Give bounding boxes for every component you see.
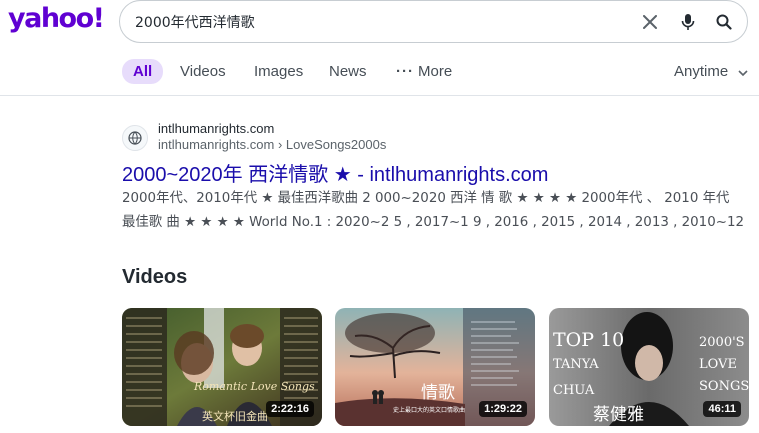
snippet-line-2: 最佳歌 曲 ★ ★ ★ ★ World No.1 : 2020~2 5 , 20… xyxy=(122,215,747,230)
more-dots-icon: ··· xyxy=(396,63,414,80)
tab-news[interactable]: News xyxy=(329,59,367,84)
chevron-down-icon xyxy=(738,60,748,85)
video-3-overlay-top: TOP 10 xyxy=(553,329,624,351)
video-thumbnail-2[interactable]: 情歌 史上最口大的英文口情歌曲 1:29:22 xyxy=(335,308,535,426)
result-url[interactable]: intlhumanrights.com › LoveSongs2000s xyxy=(158,137,386,152)
video-thumbnail-3[interactable]: TOP 10 TANYA CHUA 2000'S LOVE SONGS 蔡健雅 46:… xyxy=(549,308,749,426)
tab-more[interactable]: ··· More xyxy=(396,59,452,84)
result-title-link[interactable]: 2000~2020年 西洋情歌 ★ - intlhumanrights.com xyxy=(122,158,548,187)
globe-icon[interactable] xyxy=(122,125,148,151)
video-1-overlay-text: Romantic Love Songs xyxy=(193,380,315,393)
videos-heading: Videos xyxy=(122,266,188,288)
snippet-line-1: 2000年代、2010年代 ★ 最佳西洋歌曲 2 000~2020 西洋 情 歌… xyxy=(122,191,730,206)
tab-images[interactable]: Images xyxy=(254,59,303,84)
time-filter-label: Anytime xyxy=(674,63,729,80)
video-2-overlay-sub: 史上最口大的英文口情歌曲 xyxy=(393,406,465,414)
time-filter-dropdown[interactable]: Anytime xyxy=(674,59,748,84)
result-site-name[interactable]: intlhumanrights.com xyxy=(158,121,274,136)
video-duration: 2:22:16 xyxy=(266,401,314,417)
search-bar xyxy=(119,0,748,43)
video-duration: 1:29:22 xyxy=(479,401,527,417)
video-1-overlay-cjk: 英文杯旧金曲 xyxy=(202,409,268,423)
search-input[interactable] xyxy=(135,12,615,32)
video-2-overlay-text: 情歌 xyxy=(421,383,455,403)
video-duration: 46:11 xyxy=(703,401,741,417)
yahoo-logo[interactable]: yahoo! xyxy=(8,3,105,34)
video-3-overlay-cjk: 蔡健雅 xyxy=(593,405,644,425)
microphone-icon[interactable] xyxy=(676,10,700,34)
tab-more-label: More xyxy=(418,63,453,80)
header-divider xyxy=(0,95,759,96)
video-thumbnail-1[interactable]: Romantic Love Songs 英文杯旧金曲 2:22:16 xyxy=(122,308,322,426)
result-snippet: 2000年代、2010年代 ★ 最佳西洋歌曲 2 000~2020 西洋 情 歌… xyxy=(122,187,747,235)
tab-videos[interactable]: Videos xyxy=(180,59,226,84)
tab-all[interactable]: All xyxy=(122,59,164,84)
search-icon[interactable] xyxy=(712,10,736,34)
close-icon[interactable] xyxy=(638,10,662,34)
